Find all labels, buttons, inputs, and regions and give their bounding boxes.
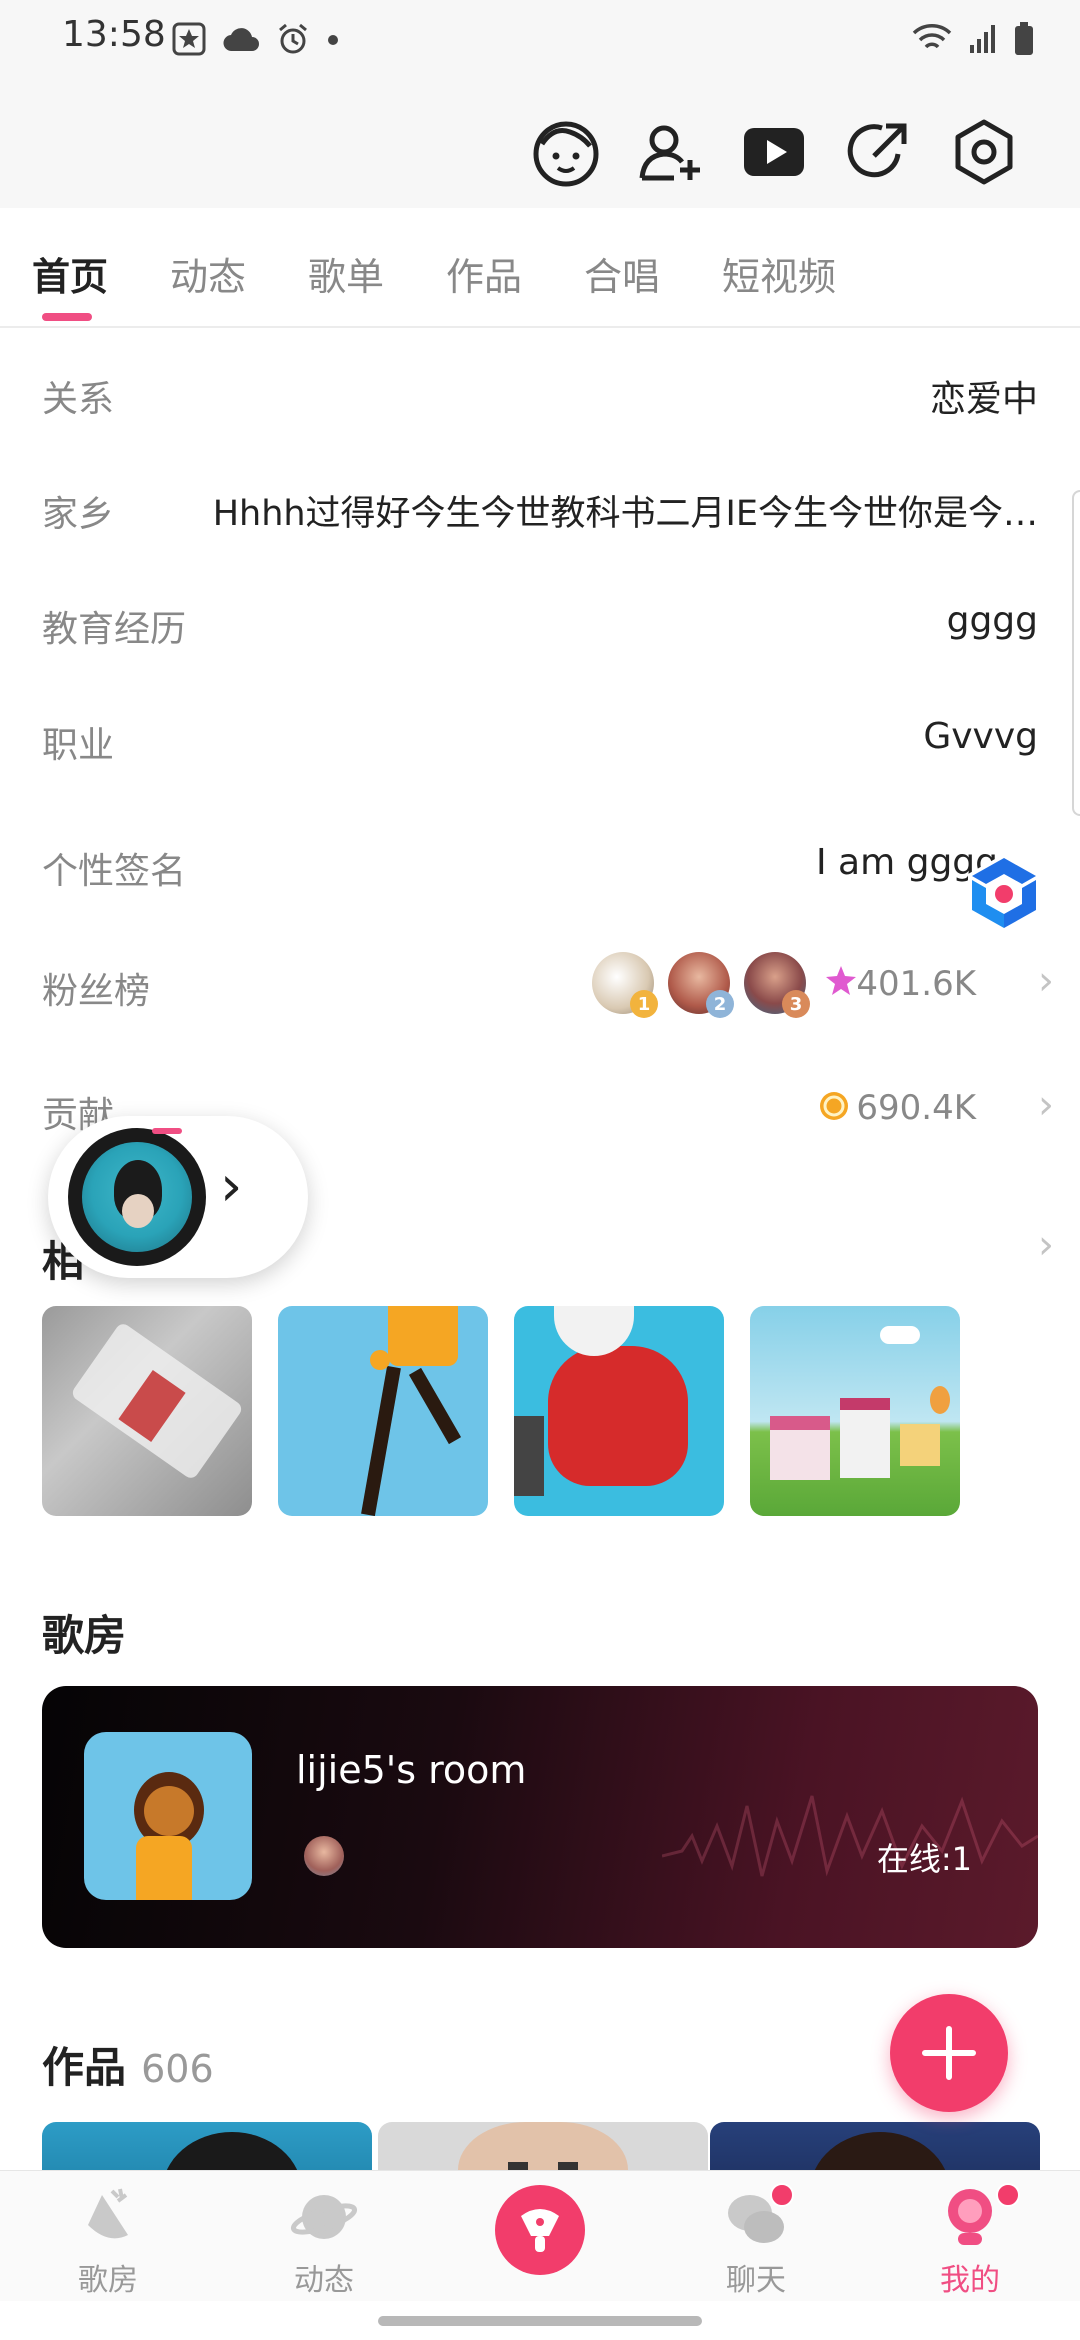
face-avatar-button[interactable]	[530, 116, 602, 188]
nav-sing[interactable]	[460, 2171, 620, 2301]
app-notification-icon	[172, 22, 206, 60]
fan-avatar-2[interactable]: 2	[668, 952, 734, 1018]
nav-ktv-label: 歌房	[78, 2263, 138, 2298]
coin-icon	[818, 1090, 850, 1126]
hometown-value: Hhhh过得好今生今世教科书二月IE今生今世你是今…	[212, 494, 1038, 534]
contribution-score: 690.4K	[856, 1088, 976, 1128]
nav-feed[interactable]: 动态	[244, 2171, 404, 2301]
plus-icon	[922, 2026, 976, 2080]
relationship-label: 关系	[42, 379, 115, 420]
profile-toolbar	[0, 80, 1080, 208]
job-value: Gvvvg	[923, 716, 1038, 757]
status-time: 13:58	[62, 14, 166, 55]
room-online-count: 在线:1	[876, 1840, 972, 1878]
fan-rank-badge: 3	[782, 990, 810, 1018]
alarm-icon	[276, 22, 310, 60]
bottom-navigation: 歌房 动态 聊天 我的	[0, 2170, 1080, 2301]
tab-home[interactable]: 首页	[32, 246, 108, 301]
nav-chat[interactable]: 聊天	[676, 2171, 836, 2301]
room-cover[interactable]	[84, 1732, 252, 1900]
relationship-value: 恋爱中	[929, 379, 1038, 420]
album-photo-1[interactable]	[42, 1306, 252, 1516]
active-tab-indicator	[42, 313, 92, 321]
album-photo-3[interactable]	[514, 1306, 724, 1516]
scrollbar[interactable]	[1072, 490, 1080, 816]
hometown-label: 家乡	[42, 494, 115, 535]
microphone-icon	[521, 2209, 559, 2252]
works-title: 作品	[42, 2043, 127, 2092]
nav-me-label: 我的	[940, 2263, 1000, 2298]
planet-icon	[290, 2195, 358, 2239]
ktv-room-card[interactable]: lijie5's room 在线:1	[42, 1686, 1038, 1948]
dot-icon	[326, 32, 340, 51]
album-photo-2[interactable]	[278, 1306, 488, 1516]
chevron-right-icon[interactable]: ›	[220, 1154, 242, 1219]
profile-tabs: 首页 动态 歌单 作品 合唱 短视频	[0, 208, 1080, 328]
fan-avatar-3[interactable]: 3	[744, 952, 810, 1018]
tab-playlists[interactable]: 歌单	[308, 246, 384, 301]
tab-feed[interactable]: 动态	[170, 246, 246, 301]
fans-label: 粉丝榜	[42, 971, 151, 1012]
tab-chorus[interactable]: 合唱	[584, 246, 660, 301]
education-value: gggg	[946, 600, 1038, 641]
me-unread-dot	[996, 2183, 1020, 2207]
settings-button[interactable]	[948, 116, 1020, 188]
battery-icon	[1014, 22, 1034, 60]
room-member-avatar	[304, 1836, 344, 1876]
sing-button[interactable]	[495, 2185, 585, 2275]
signal-icon	[968, 23, 998, 59]
chevron-right-icon: ›	[1038, 958, 1054, 1004]
play-icon	[744, 128, 804, 176]
fan-rank-badge: 1	[630, 990, 658, 1018]
works-count: 606	[141, 2047, 214, 2091]
education-label: 教育经历	[42, 609, 187, 650]
chevron-right-icon: ›	[1038, 1222, 1054, 1268]
chevron-right-icon: ›	[1038, 1082, 1054, 1128]
assistant-float-button[interactable]	[960, 848, 1048, 936]
nav-feed-label: 动态	[294, 2263, 354, 2298]
profile-icon	[948, 2189, 992, 2245]
works-header: 作品 606	[42, 2034, 214, 2095]
ktv-icon	[88, 2188, 128, 2239]
fans-ranking-row[interactable]: 粉丝榜 1 2 3 401.6K ›	[0, 952, 1080, 1018]
album-photo-4[interactable]	[750, 1306, 960, 1516]
tab-short-videos[interactable]: 短视频	[722, 246, 836, 301]
home-indicator[interactable]	[378, 2316, 702, 2326]
user-add-icon	[639, 125, 700, 181]
add-friend-button[interactable]	[634, 116, 706, 188]
tab-works[interactable]: 作品	[446, 246, 522, 301]
chat-unread-dot	[770, 2183, 794, 2207]
job-label: 职业	[42, 725, 115, 766]
wifi-icon	[912, 23, 952, 59]
face-icon	[533, 121, 599, 187]
fans-score: 401.6K	[856, 964, 976, 1004]
status-bar: 13:58	[0, 0, 1080, 80]
assistant-icon	[968, 854, 1040, 930]
share-button[interactable]	[842, 116, 914, 188]
share-icon	[847, 123, 907, 178]
mini-player[interactable]: ›	[48, 1116, 308, 1278]
video-button[interactable]	[738, 116, 810, 188]
gear-icon	[955, 119, 1013, 185]
star-icon	[824, 964, 858, 1002]
room-name: lijie5's room	[296, 1748, 527, 1792]
nav-chat-label: 聊天	[726, 2263, 786, 2298]
create-button[interactable]	[890, 1994, 1008, 2112]
nav-me[interactable]: 我的	[890, 2171, 1050, 2301]
cloud-icon	[222, 25, 260, 57]
signature-label: 个性签名	[42, 851, 187, 892]
nav-ktv[interactable]: 歌房	[28, 2171, 188, 2301]
fan-avatar-1[interactable]: 1	[592, 952, 658, 1018]
waveform-decoration	[662, 1795, 1038, 1877]
ktv-section-title: 歌房	[42, 1611, 127, 1660]
fan-rank-badge: 2	[706, 990, 734, 1018]
player-disc[interactable]	[68, 1128, 206, 1266]
